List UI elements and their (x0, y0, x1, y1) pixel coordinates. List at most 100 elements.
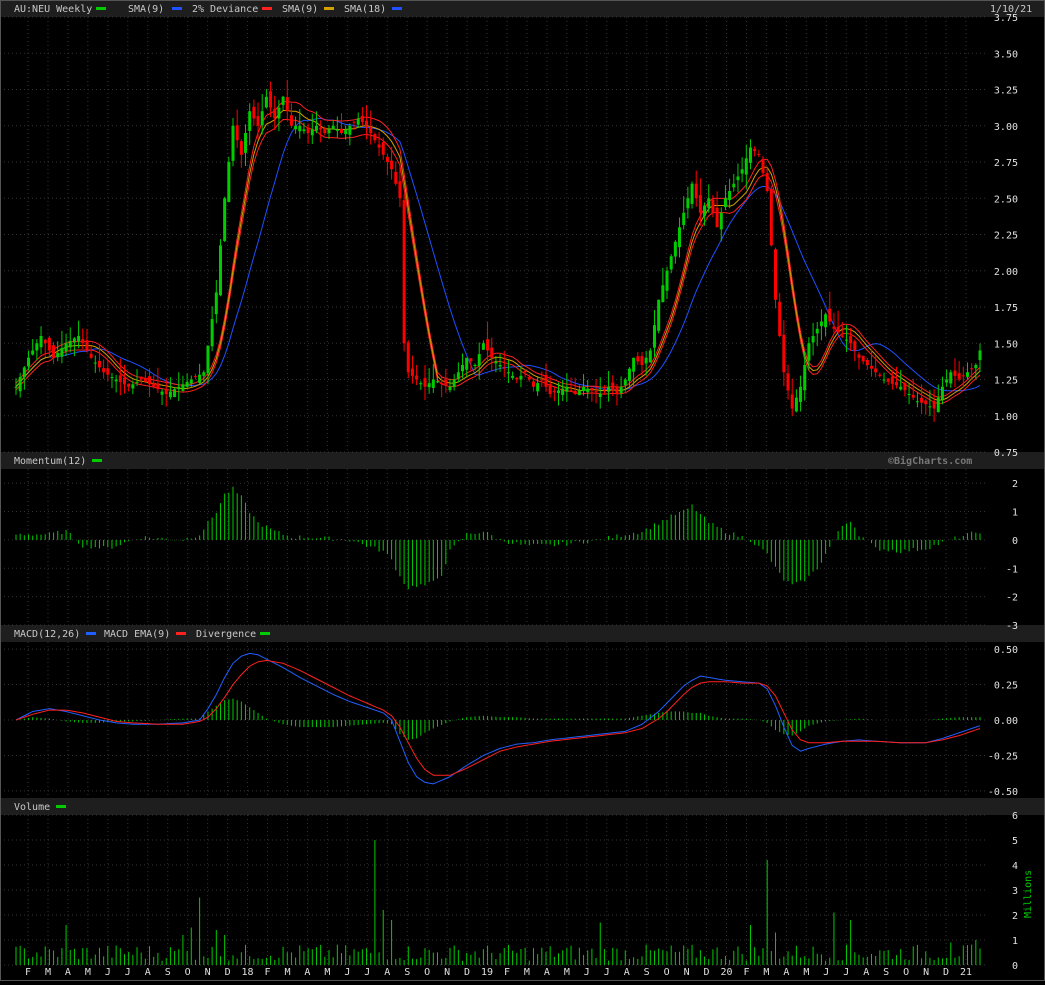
candle-body (673, 241, 677, 257)
x-tick-label: M (524, 967, 530, 978)
candle-body (231, 125, 235, 161)
candle-body (68, 340, 72, 348)
y-tick-label: 2 (1012, 479, 1018, 490)
x-tick-label: M (803, 967, 809, 978)
x-tick-label: A (783, 967, 789, 978)
divergence-swatch (260, 632, 270, 635)
candle-body (181, 384, 185, 391)
x-tick-label: M (45, 967, 51, 978)
candle-body (89, 353, 93, 358)
candle-body (648, 350, 652, 363)
candle-body (185, 381, 189, 387)
candle-body (627, 368, 631, 381)
candle-body (669, 256, 673, 270)
candle-body (961, 375, 965, 377)
candle-body (314, 125, 318, 131)
y-tick-label: 0.25 (994, 681, 1018, 692)
candle-body (31, 350, 35, 355)
x-tick-label: 21 (960, 967, 972, 978)
candle-body (385, 156, 389, 162)
candle-body (569, 390, 573, 392)
candle-body (373, 134, 377, 141)
candle-body (544, 374, 548, 387)
candle-body (774, 249, 778, 300)
macd-ema-swatch (176, 632, 186, 635)
momentum-swatch (92, 459, 102, 462)
legend-label-deviance: 2% Deviance (192, 4, 258, 15)
candle-body (769, 188, 773, 246)
candle-body (690, 183, 694, 204)
y-tick-label: -0.50 (988, 787, 1018, 798)
candle-body (623, 379, 627, 386)
x-tick-label: O (185, 967, 191, 978)
candle-body (911, 394, 915, 398)
candle-body (135, 381, 139, 383)
candle-body (924, 400, 928, 405)
y-tick-label: -2 (1006, 593, 1018, 604)
candle-body (206, 345, 210, 374)
x-tick-label: A (384, 967, 390, 978)
y-tick-label: 0.00 (994, 716, 1018, 727)
candle-body (360, 115, 364, 123)
candle-body (214, 292, 218, 315)
legend-swatch-sma9-b (324, 7, 334, 10)
candle-body (632, 357, 636, 372)
candle-body (410, 368, 414, 376)
y-tick-label: 1 (1012, 508, 1018, 519)
candle-body (43, 339, 47, 344)
x-tick-label: O (424, 967, 430, 978)
macd-swatch (86, 632, 96, 635)
candle-body (473, 365, 477, 367)
y-tick-label: 1 (1012, 936, 1018, 947)
candle-body (486, 339, 490, 351)
candle-body (81, 339, 85, 344)
y-tick-label: 5 (1012, 836, 1018, 847)
candle-body (790, 394, 794, 409)
candle-body (515, 377, 519, 380)
symbol-label: AU:NEU Weekly (14, 4, 92, 15)
candle-body (865, 359, 869, 365)
candle-body (586, 388, 590, 393)
candle-body (110, 377, 114, 379)
candle-body (114, 379, 118, 382)
candle-body (828, 308, 832, 322)
y-tick-label: 4 (1012, 861, 1018, 872)
candle-body (899, 386, 903, 390)
x-tick-label: D (225, 967, 231, 978)
y-tick-label: 1.25 (994, 376, 1018, 387)
candle-body (302, 129, 306, 132)
candle-body (248, 111, 252, 131)
candle-body (244, 133, 248, 153)
candle-body (344, 129, 348, 135)
candle-body (511, 375, 515, 378)
y-tick-label: 2.25 (994, 231, 1018, 242)
candle-body (156, 383, 160, 390)
candle-body (811, 336, 815, 343)
x-tick-label: M (763, 967, 769, 978)
candle-body (198, 374, 202, 383)
candle-body (869, 365, 873, 369)
candle-body (849, 336, 853, 344)
candle-body (940, 386, 944, 400)
x-tick-label: J (604, 967, 610, 978)
candle-body (531, 381, 535, 387)
x-tick-label: D (943, 967, 949, 978)
candle-body (102, 368, 106, 373)
candle-body (97, 360, 101, 368)
candle-body (352, 121, 356, 123)
candle-body (928, 406, 932, 408)
candle-body (978, 350, 982, 361)
candle-body (448, 386, 452, 391)
candle-body (890, 376, 894, 384)
candle-body (506, 372, 510, 374)
candle-body (723, 198, 727, 208)
x-tick-label: O (903, 967, 909, 978)
candle-body (640, 356, 644, 365)
candle-body (548, 383, 552, 394)
candle-body (319, 127, 323, 130)
candle-body (832, 326, 836, 329)
candle-body (419, 383, 423, 385)
legend-swatch-sma9-a (172, 7, 182, 10)
candle-body (694, 183, 698, 199)
y-tick-label: -0.25 (988, 751, 1018, 762)
